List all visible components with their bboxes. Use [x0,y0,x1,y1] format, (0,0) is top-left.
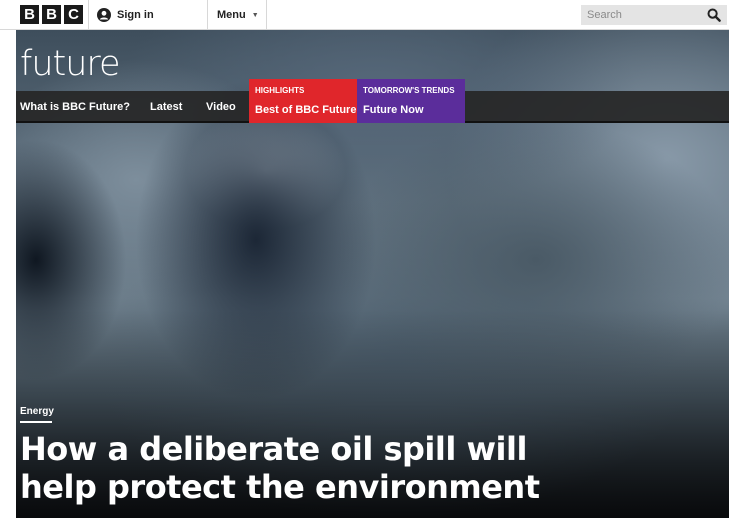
search-box [581,5,727,25]
bbc-top-bar: B B C Sign in Menu ▼ [0,0,729,30]
article-category-tag[interactable]: Energy [20,406,54,420]
menu-button[interactable]: Menu ▼ [217,0,259,30]
bbc-logo-letter: C [64,5,83,24]
future-logo[interactable]: future [20,44,121,84]
nav-link-what-is-bbc-future[interactable]: What is BBC Future? [20,91,130,123]
nav-highlights-best-of[interactable]: HIGHLIGHTS Best of BBC Future [249,79,357,123]
nav-trends-future-now[interactable]: TOMORROW'S TRENDS Future Now [357,79,465,123]
signin-button[interactable]: Sign in [97,0,154,30]
trends-kicker: TOMORROW'S TRENDS [363,86,455,95]
bbc-logo-letter: B [42,5,61,24]
person-icon [97,8,111,22]
nav-link-video[interactable]: Video [206,91,236,123]
article-headline[interactable]: How a deliberate oil spill will help pro… [20,430,580,506]
search-icon[interactable] [707,8,721,22]
highlights-kicker: HIGHLIGHTS [255,86,305,95]
bbc-logo-letter: B [20,5,39,24]
chevron-down-icon: ▼ [251,11,259,19]
highlights-label: Best of BBC Future [255,104,357,116]
headline-line-2: help protect the environment [20,468,540,506]
category-underline [20,421,52,423]
nav-link-latest[interactable]: Latest [150,91,182,123]
trends-label: Future Now [363,104,424,116]
divider [88,0,89,30]
menu-label: Menu [217,9,246,21]
headline-line-1: How a deliberate oil spill will [20,430,527,468]
divider [266,0,267,30]
signin-label: Sign in [117,9,154,21]
search-input[interactable] [581,5,701,25]
bbc-logo[interactable]: B B C [20,5,83,24]
divider [207,0,208,30]
